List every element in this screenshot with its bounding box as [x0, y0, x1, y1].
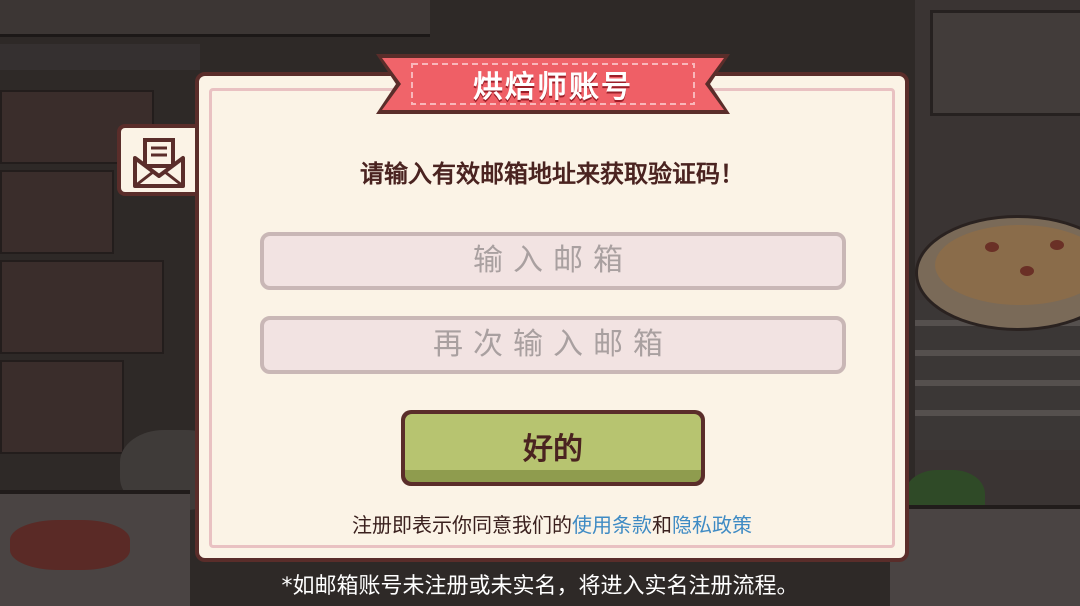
registration-footnote: *如邮箱账号未注册或未实名，将进入实名注册流程。	[281, 574, 799, 599]
dialog-title: 烘焙师账号	[473, 70, 633, 105]
terms-prefix: 注册即表示你同意我们的	[352, 513, 572, 537]
terms-and: 和	[652, 513, 672, 537]
terms-of-use-link[interactable]: 使用条款	[572, 513, 652, 537]
mail-icon	[133, 138, 185, 188]
ok-button-label: 好的	[523, 432, 583, 467]
mail-tab	[117, 124, 195, 196]
email-confirm-input[interactable]: 再次输入邮箱	[260, 316, 846, 374]
title-ribbon: 烘焙师账号	[376, 50, 730, 116]
email-prompt: 请输入有效邮箱地址来获取验证码！	[360, 160, 744, 188]
ok-button[interactable]: 好的	[401, 410, 705, 486]
privacy-policy-link[interactable]: 隐私政策	[672, 513, 752, 537]
terms-notice: 注册即表示你同意我们的使用条款和隐私政策	[195, 509, 909, 538]
email-input[interactable]: 输入邮箱	[260, 232, 846, 290]
